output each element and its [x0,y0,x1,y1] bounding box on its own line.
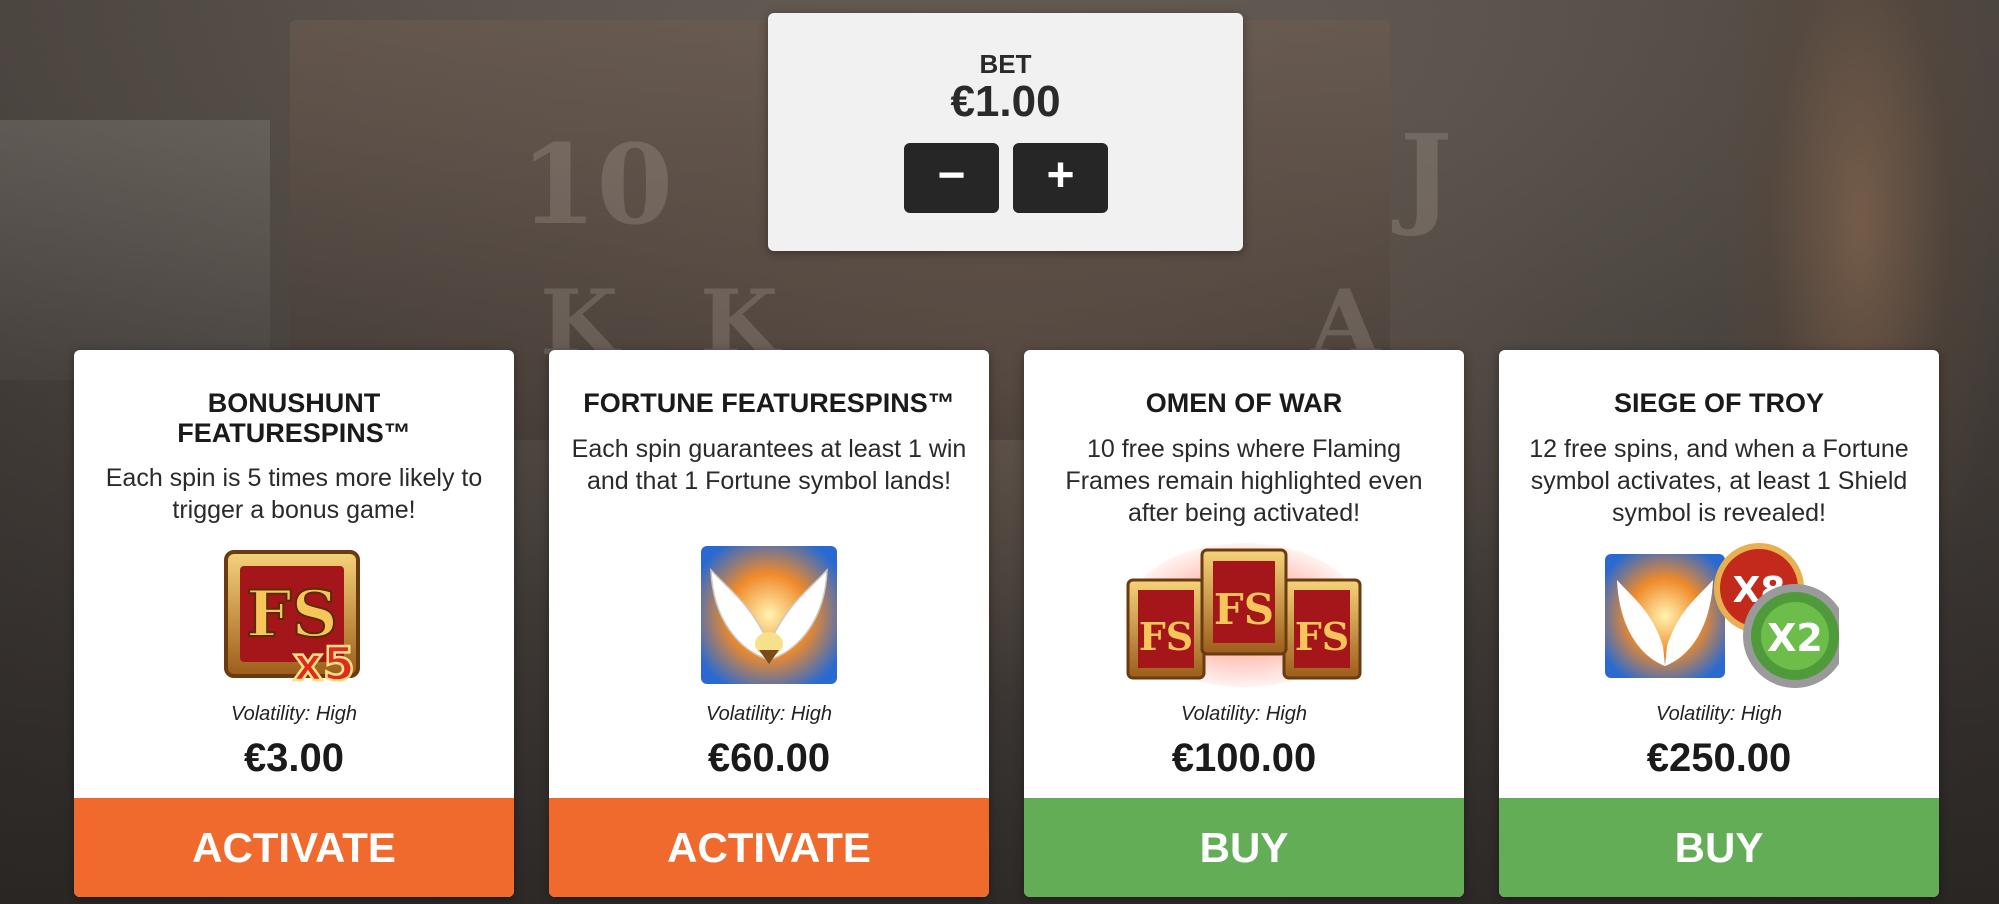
fs-x5-gold-icon: FS x5 [224,550,360,690]
increase-bet-button[interactable]: + [1013,143,1108,213]
buy-button[interactable]: BUY [1499,798,1939,897]
volatility-label: Volatility: High [231,703,357,725]
bet-panel: BET €1.00 − + [768,13,1243,251]
reel-symbol-ghost: 10 [520,120,674,249]
activate-button[interactable]: ACTIVATE [74,798,514,897]
svg-text:FS: FS [1139,614,1193,659]
volatility-label: Volatility: High [706,703,832,725]
card-price: €3.00 [243,736,345,780]
fortune-shield-multiplier-icon: X8 X2 [1605,543,1839,688]
card-description: 12 free spins, and when a Fortune symbol… [1529,435,1909,527]
flaming-fs-frames-icon: FS FS FS [1126,543,1362,687]
buy-button[interactable]: BUY [1024,798,1464,897]
card-description: Each spin guarantees at least 1 win and … [571,435,967,495]
card-title: FORTUNE FEATURESPINS™ [583,388,955,418]
card-price: €60.00 [707,736,831,780]
decrease-bet-button[interactable]: − [904,143,999,213]
feature-card-fortune-featurespins: FORTUNE FEATURESPINS™ Each spin guarante… [549,350,989,897]
svg-text:FS: FS [1295,614,1349,659]
card-description: 10 free spins where Flaming Frames remai… [1065,435,1423,527]
bet-label: BET [979,49,1032,79]
card-title: BONUSHUNT FEATURESPINS™ [177,388,411,448]
card-price: €100.00 [1171,736,1317,780]
shield-multiplier-x2: X2 [1767,616,1823,660]
card-price: €250.00 [1646,736,1792,780]
feature-card-siege-of-troy: SIEGE OF TROY 12 free spins, and when a … [1499,350,1939,897]
volatility-label: Volatility: High [1181,703,1307,725]
card-description: Each spin is 5 times more likely to trig… [105,464,483,524]
svg-text:x5: x5 [293,637,355,690]
ruined-building [0,120,270,380]
reel-symbol-ghost: J [1400,110,1453,239]
feature-card-bonushunt: BONUSHUNT FEATURESPINS™ Each spin is 5 t… [74,350,514,897]
feature-card-omen-of-war: OMEN OF WAR 10 free spins where Flaming … [1024,350,1464,897]
svg-text:FS: FS [1214,585,1274,634]
activate-button[interactable]: ACTIVATE [549,798,989,897]
volatility-label: Volatility: High [1656,703,1782,725]
bet-value: €1.00 [950,77,1061,126]
card-title: OMEN OF WAR [1145,388,1343,418]
card-title: SIEGE OF TROY [1613,388,1825,418]
winged-fortune-icon [701,546,837,684]
